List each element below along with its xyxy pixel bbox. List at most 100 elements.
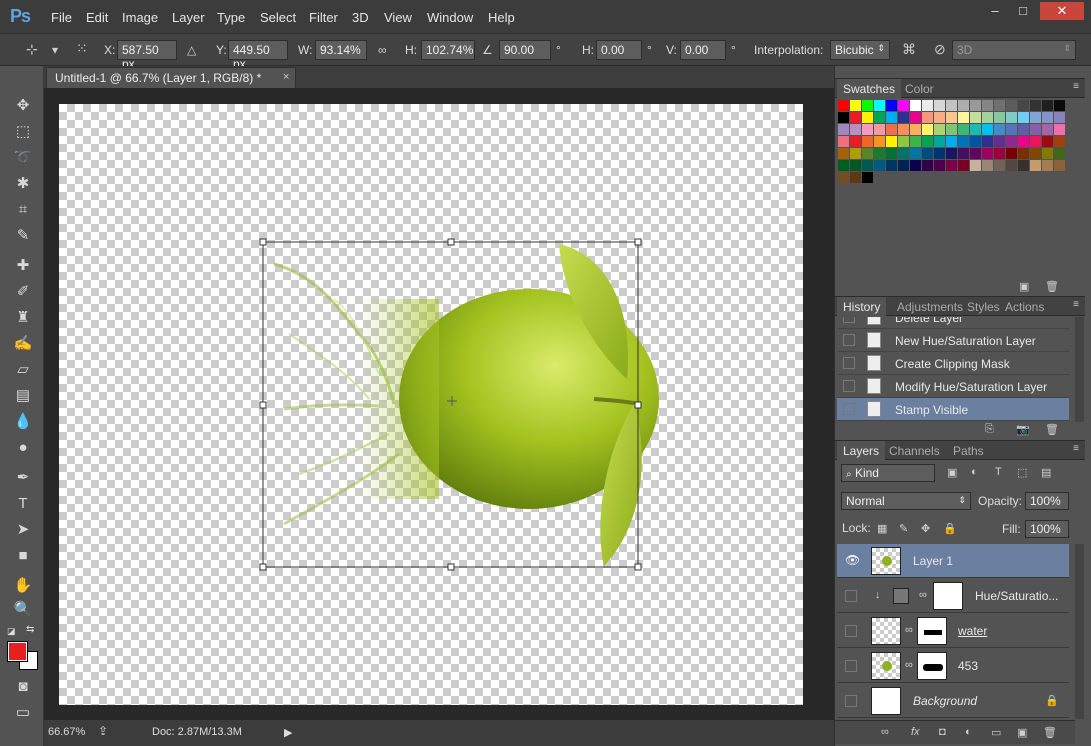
- visibility-toggle[interactable]: [845, 660, 857, 672]
- color-swatch[interactable]: [970, 160, 981, 171]
- quick-mask-icon[interactable]: ◙: [10, 676, 36, 698]
- color-swatch[interactable]: [874, 112, 885, 123]
- status-menu-arrow-icon[interactable]: ▶: [284, 726, 292, 739]
- color-swatch[interactable]: [850, 100, 861, 111]
- color-swatch[interactable]: [910, 148, 921, 159]
- tab-channels[interactable]: Channels: [883, 441, 946, 460]
- tab-layers[interactable]: Layers: [837, 441, 886, 460]
- menu-view[interactable]: View: [384, 10, 412, 25]
- color-swatch[interactable]: [922, 112, 933, 123]
- color-swatch[interactable]: [1018, 136, 1029, 147]
- visibility-toggle[interactable]: [845, 625, 857, 637]
- color-swatch[interactable]: [886, 160, 897, 171]
- close-window-button[interactable]: ✕: [1040, 2, 1084, 20]
- layer-name[interactable]: Layer 1: [913, 554, 953, 568]
- trash-icon[interactable]: 🗑: [1045, 423, 1059, 436]
- menu-3d[interactable]: 3D: [352, 10, 369, 25]
- link-icon[interactable]: ∞: [378, 43, 387, 57]
- color-swatch[interactable]: [958, 124, 969, 135]
- blend-mode-select[interactable]: Normal ⇕: [841, 492, 971, 510]
- color-swatch[interactable]: [970, 148, 981, 159]
- color-swatch[interactable]: [1018, 100, 1029, 111]
- new-layer-icon[interactable]: ▣: [1017, 726, 1027, 739]
- layer-mask-thumbnail[interactable]: [917, 617, 947, 645]
- color-swatch[interactable]: [982, 160, 993, 171]
- visibility-toggle[interactable]: [845, 590, 857, 602]
- color-swatch[interactable]: [862, 172, 873, 183]
- color-swatch[interactable]: [838, 148, 849, 159]
- color-swatch[interactable]: [982, 100, 993, 111]
- color-swatch[interactable]: [862, 136, 873, 147]
- color-swatch[interactable]: [1006, 124, 1017, 135]
- color-swatch[interactable]: [1018, 160, 1029, 171]
- blur-tool-icon[interactable]: 💧: [10, 411, 36, 433]
- trash-icon[interactable]: 🗑: [1045, 280, 1059, 293]
- history-item-selected[interactable]: Stamp Visible: [837, 398, 1069, 421]
- color-swatch[interactable]: [946, 100, 957, 111]
- history-item[interactable]: Delete Layer: [837, 317, 1069, 329]
- image-filter-icon[interactable]: ▣: [947, 466, 957, 479]
- color-swatch[interactable]: [994, 112, 1005, 123]
- shape-filter-icon[interactable]: ⬚: [1017, 466, 1027, 479]
- color-swatch[interactable]: [958, 160, 969, 171]
- color-swatch[interactable]: [982, 112, 993, 123]
- warp-icon[interactable]: ⌘: [902, 41, 916, 58]
- layer-row[interactable]: ∞ water: [837, 614, 1069, 648]
- color-swatch[interactable]: [1006, 148, 1017, 159]
- new-swatch-icon[interactable]: ▣: [1019, 280, 1029, 293]
- rectangle-tool-icon[interactable]: ■: [10, 545, 36, 567]
- eye-icon[interactable]: 👁: [845, 553, 860, 567]
- move-tool-icon[interactable]: ✥: [10, 95, 36, 117]
- color-swatch[interactable]: [934, 136, 945, 147]
- lock-position-icon[interactable]: ✥: [921, 522, 930, 535]
- color-swatch[interactable]: [1018, 112, 1029, 123]
- lasso-tool-icon[interactable]: ➰: [10, 147, 36, 169]
- color-swatch[interactable]: [1054, 100, 1065, 111]
- color-swatch[interactable]: [862, 148, 873, 159]
- color-swatch[interactable]: [994, 148, 1005, 159]
- color-swatch[interactable]: [1030, 112, 1041, 123]
- color-swatch[interactable]: [934, 112, 945, 123]
- add-mask-icon[interactable]: ◘: [939, 726, 946, 738]
- layer-name[interactable]: Hue/Saturatio...: [975, 589, 1058, 603]
- menu-edit[interactable]: Edit: [86, 10, 108, 25]
- panel-menu-icon[interactable]: ≡: [1073, 443, 1079, 454]
- color-swatch[interactable]: [910, 100, 921, 111]
- lock-all-icon[interactable]: 🔒: [943, 522, 957, 535]
- layer-mask-thumbnail[interactable]: [933, 582, 963, 610]
- color-swatch[interactable]: [934, 160, 945, 171]
- link-icon[interactable]: ∞: [919, 589, 927, 601]
- color-swatch[interactable]: [994, 124, 1005, 135]
- color-swatch[interactable]: [1042, 148, 1053, 159]
- adjustment-layer-icon[interactable]: ◐: [965, 726, 972, 738]
- menu-type[interactable]: Type: [217, 10, 245, 25]
- layer-row-selected[interactable]: 👁 Layer 1: [837, 544, 1069, 578]
- color-swatch[interactable]: [1006, 112, 1017, 123]
- tab-paths[interactable]: Paths: [947, 441, 990, 460]
- document-canvas[interactable]: [59, 104, 803, 705]
- layer-row[interactable]: ↓ ∞ Hue/Saturatio...: [837, 579, 1069, 613]
- color-swatch[interactable]: [886, 124, 897, 135]
- color-swatch[interactable]: [994, 100, 1005, 111]
- x-position-field[interactable]: 587.50 px: [117, 40, 177, 71]
- color-swatch[interactable]: [1030, 100, 1041, 111]
- color-swatch[interactable]: [838, 160, 849, 171]
- menu-window[interactable]: Window: [427, 10, 473, 25]
- color-swatch[interactable]: [1030, 124, 1041, 135]
- color-swatch[interactable]: [958, 112, 969, 123]
- color-swatch[interactable]: [946, 136, 957, 147]
- color-swatch[interactable]: [934, 124, 945, 135]
- link-icon[interactable]: ∞: [905, 659, 913, 671]
- color-swatch[interactable]: [922, 100, 933, 111]
- color-swatch[interactable]: [898, 148, 909, 159]
- color-swatch[interactable]: [1018, 148, 1029, 159]
- layer-row[interactable]: Background 🔒: [837, 684, 1069, 718]
- opacity-field[interactable]: 100%: [1025, 492, 1069, 510]
- color-swatch[interactable]: [1042, 124, 1053, 135]
- color-swatch[interactable]: [910, 112, 921, 123]
- history-snapshot-checkbox[interactable]: [843, 317, 855, 323]
- new-group-icon[interactable]: ▭: [991, 726, 1001, 739]
- color-swatch[interactable]: [1054, 160, 1065, 171]
- history-brush-tool-icon[interactable]: ✍: [10, 333, 36, 355]
- adjustment-filter-icon[interactable]: ◐: [971, 466, 978, 478]
